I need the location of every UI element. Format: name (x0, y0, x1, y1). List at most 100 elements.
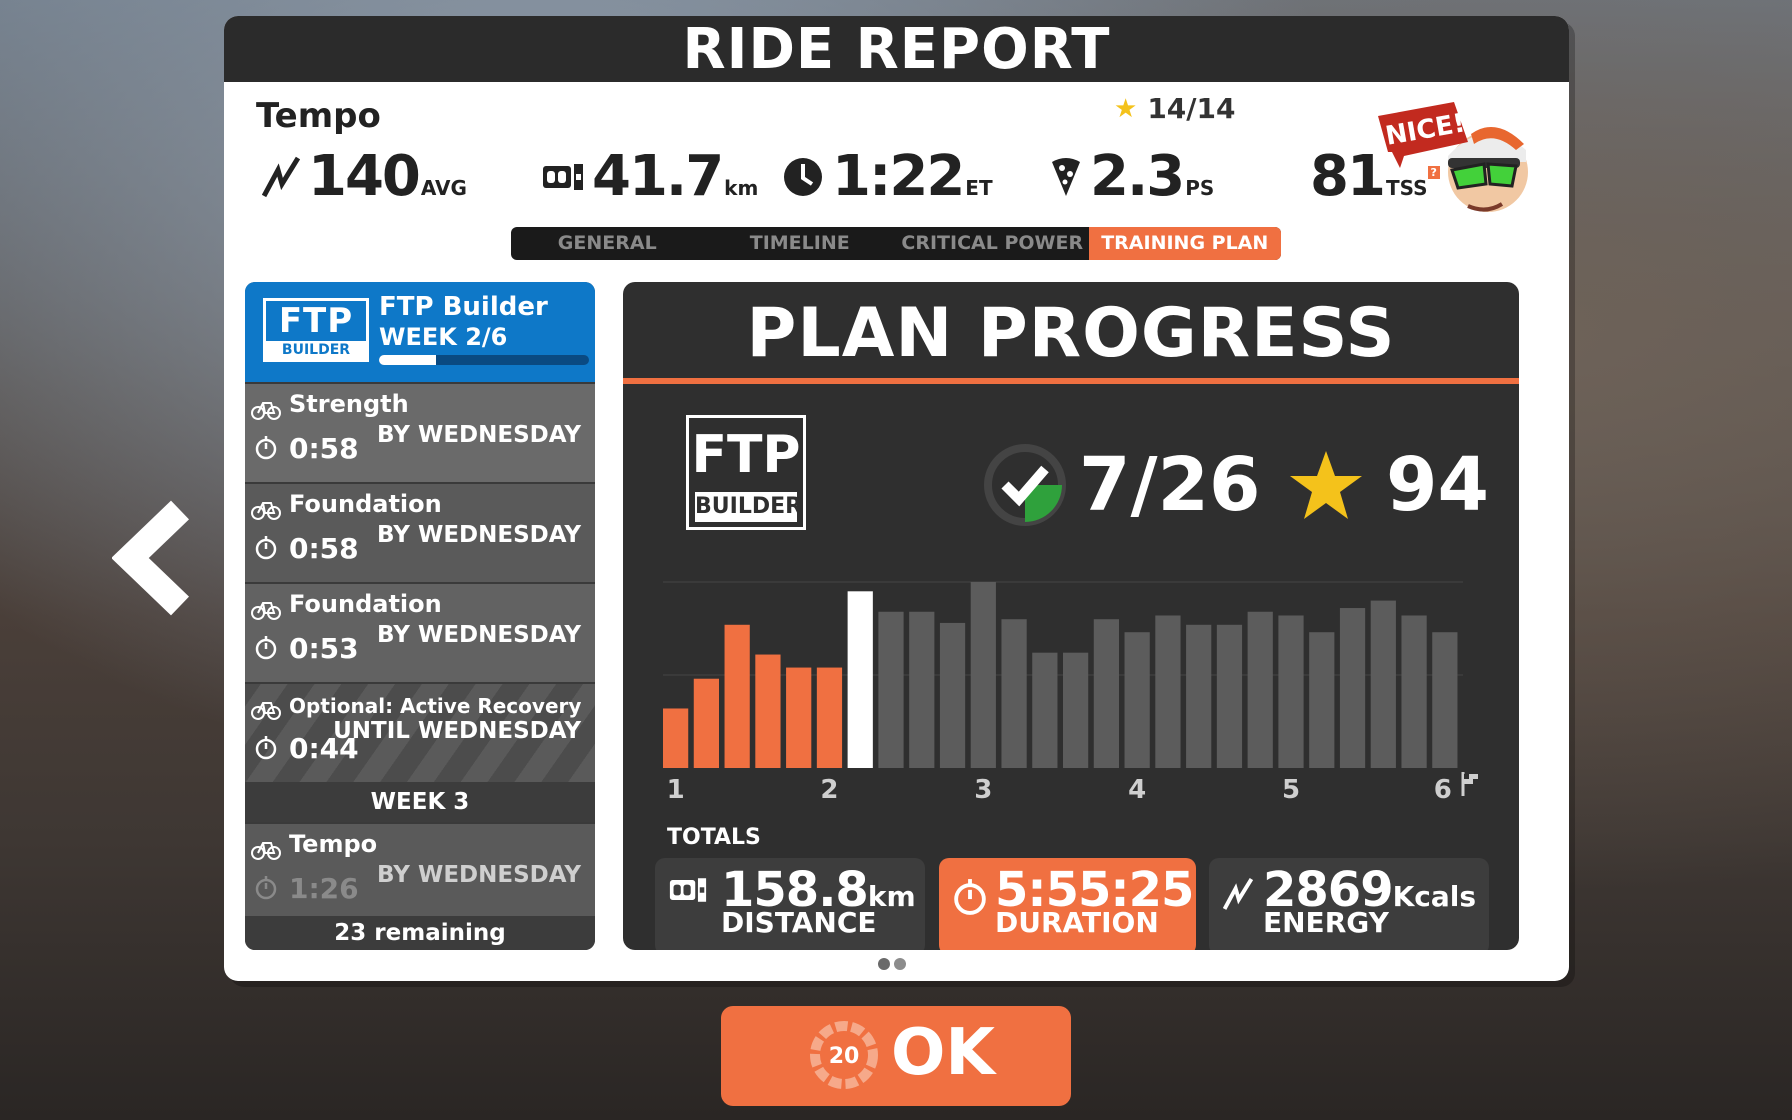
chart-tick-label: 5 (1282, 775, 1300, 802)
chart-bar (1309, 632, 1335, 768)
page-dot[interactable] (894, 958, 906, 970)
plan-title: FTP Builder WEEK 2/6 (379, 292, 548, 352)
ok-button[interactable]: 20 OK (721, 1006, 1071, 1106)
plan-progress-bar (379, 355, 589, 365)
ftp-builder-logo-large: FTP BUILDER (686, 415, 806, 530)
chart-bar (663, 708, 689, 768)
chart-bar (939, 622, 966, 768)
workout-item[interactable]: Foundation 0:58 BY WEDNESDAY (245, 482, 595, 582)
chart-tick-label: 2 (820, 775, 838, 802)
stat-power: 140 AVG (262, 144, 467, 209)
chart-bar (755, 654, 781, 768)
stopwatch-icon (255, 876, 277, 900)
bike-icon (251, 602, 281, 620)
workout-item[interactable]: Strength 0:58 BY WEDNESDAY (245, 382, 595, 482)
odometer-icon (543, 163, 583, 190)
chart-bar (1001, 619, 1027, 768)
bike-icon (251, 402, 281, 420)
total-energy-unit: Kcals (1392, 880, 1477, 913)
chart-bar (1155, 615, 1181, 768)
ride-stats: 140 AVG 41.7 km 1:22 ET 2.3 PS 81 TSS ? (224, 144, 1569, 214)
stopwatch-icon (255, 536, 277, 560)
chart-bar (1370, 600, 1396, 768)
tab-general[interactable]: GENERAL (511, 227, 704, 260)
ok-label: OK (891, 1016, 995, 1090)
ride-name: Tempo (256, 96, 381, 136)
total-distance: 158.8km DISTANCE (655, 858, 925, 950)
ride-stars-value: 14/14 (1147, 92, 1236, 125)
workout-item-optional[interactable]: Optional: Active Recovery 0:44 UNTIL WED… (245, 682, 595, 782)
chart-bar (1339, 608, 1366, 768)
workouts-completed: 7/26 (983, 442, 1261, 528)
ftp-logo-main: FTP (691, 425, 801, 485)
tab-timeline[interactable]: TIMELINE (704, 227, 897, 260)
stat-time-value: 1:22 (832, 144, 965, 209)
chart-bar (693, 678, 719, 768)
plan-stars-value: 94 (1386, 442, 1489, 528)
remaining-count: 23 remaining (245, 916, 595, 950)
ftp-logo-sub: BUILDER (266, 341, 366, 359)
workout-name: Strength (289, 390, 409, 418)
report-tabs: GENERAL TIMELINE CRITICAL POWER TRAINING… (511, 227, 1281, 260)
plan-progress-title: PLAN PROGRESS (623, 282, 1519, 384)
ftp-logo-main: FTP (278, 301, 354, 341)
chart-bar (786, 667, 812, 768)
chart-tick-label: 3 (974, 775, 992, 802)
plan-progress-panel: PLAN PROGRESS FTP BUILDER 7/26 94 1 2 3 4 5 6… (623, 282, 1519, 950)
workout-name: Tempo (289, 830, 378, 858)
chart-bar (724, 624, 750, 768)
workout-item[interactable]: Foundation 0:53 BY WEDNESDAY (245, 582, 595, 682)
page-dot[interactable] (878, 958, 890, 970)
stat-distance: 41.7 km (542, 144, 758, 209)
pizza-slice-icon (1052, 157, 1080, 196)
training-plan-panel: FTP BUILDER FTP Builder WEEK 2/6 Strengt… (245, 282, 595, 950)
chart-bar (1124, 632, 1150, 768)
workout-name: Foundation (289, 590, 442, 618)
modal-title: RIDE REPORT (224, 16, 1569, 82)
tab-training-plan[interactable]: TRAINING PLAN (1088, 227, 1281, 260)
workout-due: BY WEDNESDAY (377, 522, 581, 548)
chart-bar (1247, 611, 1273, 768)
bike-icon (251, 702, 281, 720)
workout-name: Foundation (289, 490, 442, 518)
week-label: WEEK 3 (245, 782, 595, 822)
plan-name: FTP Builder (379, 292, 548, 322)
workouts-completed-value: 7/26 (1079, 442, 1261, 528)
workout-due: BY WEDNESDAY (377, 422, 581, 448)
workout-due: BY WEDNESDAY (377, 862, 581, 888)
stat-pizza: 2.3 PS (1050, 144, 1214, 209)
stat-time-unit: ET (965, 176, 993, 200)
chart-bar (878, 611, 904, 768)
chart-tick-label: 6 (1434, 775, 1452, 802)
plan-week: WEEK 2/6 (379, 323, 508, 351)
chart-bar (1063, 652, 1089, 768)
plan-progress-fill (379, 355, 436, 365)
clock-icon (784, 157, 822, 196)
odometer-icon (669, 878, 707, 902)
workout-due: UNTIL WEDNESDAY (333, 718, 581, 744)
stat-power-value: 140 (308, 144, 421, 209)
workout-time: 0:53 (289, 632, 359, 665)
bike-icon (251, 502, 281, 520)
power-bolt-icon (1223, 877, 1253, 910)
ftp-logo-sub: BUILDER (695, 492, 802, 522)
workout-item-next[interactable]: Tempo 1:26 BY WEDNESDAY (245, 822, 595, 929)
check-circle-icon (984, 444, 1066, 526)
stopwatch-icon (255, 636, 277, 660)
workout-name: Optional: Active Recovery (289, 694, 582, 718)
ride-stars: ★ 14/14 (1114, 92, 1235, 125)
stopwatch-icon (954, 879, 986, 915)
back-arrow-icon[interactable] (112, 498, 202, 618)
stat-distance-value: 41.7 (592, 144, 724, 209)
ftp-builder-logo: FTP BUILDER (263, 298, 369, 362)
total-energy: 2869Kcals ENERGY (1209, 858, 1489, 950)
plan-progress-chart: 1 2 3 4 5 6 (663, 581, 1478, 802)
workout-time: 0:58 (289, 432, 359, 465)
tab-critical-power[interactable]: CRITICAL POWER (896, 227, 1089, 260)
star-icon: ★ (1114, 93, 1138, 124)
chart-bar (909, 611, 935, 768)
workout-time: 0:58 (289, 532, 359, 565)
ride-report-modal: RIDE REPORT Tempo ★ 14/14 140 AVG 41.7 k… (224, 16, 1569, 981)
stat-pizza-unit: PS (1185, 176, 1215, 200)
stat-power-unit: AVG (420, 176, 467, 200)
